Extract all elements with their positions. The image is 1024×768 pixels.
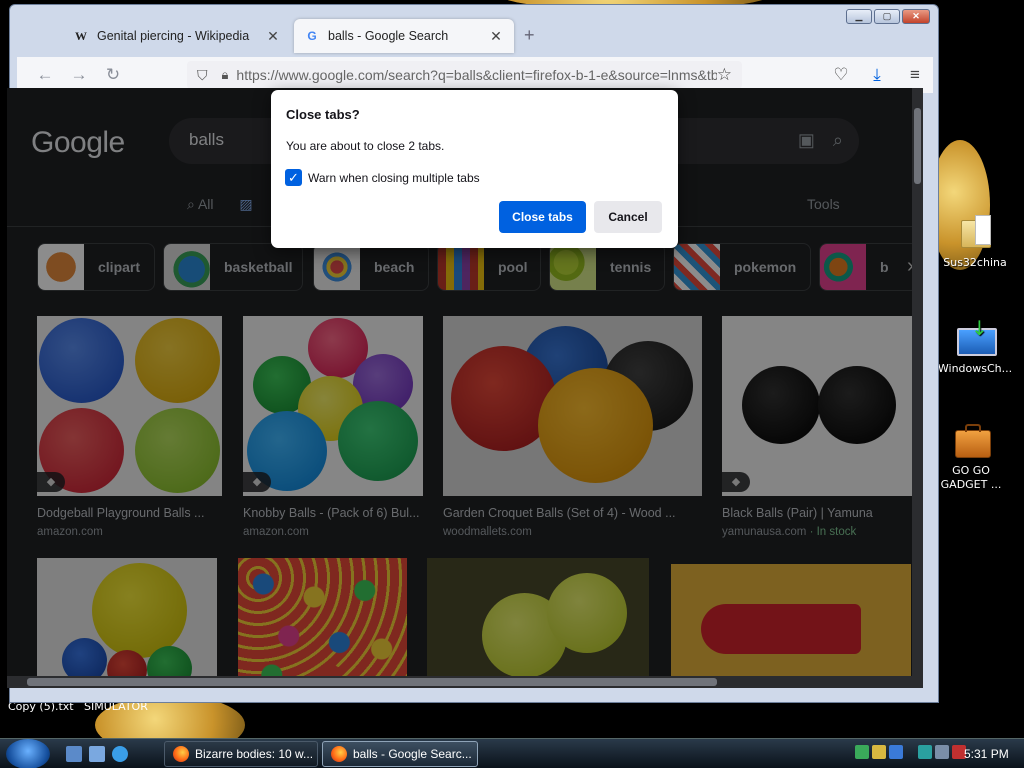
new-tab-button[interactable]: + bbox=[524, 25, 535, 46]
internet-explorer-icon[interactable] bbox=[112, 746, 128, 762]
bookmark-star-icon[interactable]: ☆ bbox=[717, 65, 732, 85]
monitor-download-icon: ↓ bbox=[955, 318, 997, 358]
taskbar: Bizarre bodies: 10 w... balls - Google S… bbox=[0, 738, 1024, 768]
cancel-button[interactable]: Cancel bbox=[594, 201, 662, 233]
desktop-icon-label: Sus32china bbox=[943, 256, 1007, 269]
start-button[interactable] bbox=[6, 739, 50, 768]
taskbar-item-label: Bizarre bodies: 10 w... bbox=[195, 747, 314, 761]
desktop-icon-windowsch[interactable]: ↓ WindowsCh... bbox=[936, 318, 1014, 376]
forward-icon[interactable]: → bbox=[65, 61, 93, 89]
scrollbar-thumb[interactable] bbox=[914, 108, 921, 184]
desktop-icon-label: GO GO GADGET ... bbox=[940, 464, 1002, 491]
close-tabs-dialog: Close tabs? You are about to close 2 tab… bbox=[271, 90, 678, 248]
close-tab-icon[interactable]: ✕ bbox=[265, 28, 281, 45]
tab-strip: W Genital piercing - Wikipedia ✕ G balls… bbox=[17, 15, 933, 57]
taskbar-item-firefox-balls[interactable]: balls - Google Searc... bbox=[322, 741, 478, 767]
url-text[interactable]: https://www.google.com/search?q=balls&cl… bbox=[236, 67, 716, 83]
shield-icon[interactable]: ⛉ bbox=[197, 67, 208, 84]
folder-icon bbox=[955, 212, 995, 252]
warn-checkbox-label[interactable]: Warn when closing multiple tabs bbox=[308, 171, 480, 185]
tab-title: balls - Google Search bbox=[328, 29, 449, 43]
address-bar[interactable]: ⛉ 🔒︎ https://www.google.com/search?q=bal… bbox=[187, 61, 742, 89]
wikipedia-favicon-icon: W bbox=[75, 28, 87, 43]
pocket-icon[interactable]: ♡ bbox=[827, 61, 855, 89]
google-favicon-icon: G bbox=[307, 29, 317, 43]
show-desktop-icon[interactable] bbox=[66, 746, 82, 762]
warn-checkbox[interactable]: ✓ bbox=[285, 169, 302, 186]
vertical-scrollbar[interactable] bbox=[912, 88, 923, 677]
taskbar-item-firefox-bizarre[interactable]: Bizarre bodies: 10 w... bbox=[164, 741, 318, 767]
briefcase-icon bbox=[951, 420, 991, 460]
switch-windows-icon[interactable] bbox=[89, 746, 105, 762]
tray-icon[interactable] bbox=[889, 745, 903, 759]
close-tabs-button[interactable]: Close tabs bbox=[499, 201, 586, 233]
reload-icon[interactable]: ↻ bbox=[99, 61, 127, 89]
back-icon[interactable]: ← bbox=[31, 61, 59, 89]
dialog-message: You are about to close 2 tabs. bbox=[286, 139, 445, 153]
scrollbar-thumb[interactable] bbox=[27, 678, 717, 686]
taskbar-item-label: balls - Google Searc... bbox=[353, 747, 472, 761]
menu-icon[interactable]: ≡ bbox=[901, 61, 929, 89]
tray-icon[interactable] bbox=[855, 745, 869, 759]
tab-wikipedia[interactable]: W Genital piercing - Wikipedia ✕ bbox=[63, 19, 291, 53]
firefox-icon bbox=[331, 746, 347, 762]
desktop-icon-gogogadget[interactable]: GO GO GADGET ... bbox=[932, 420, 1010, 492]
desktop-icon-sus32china[interactable]: Sus32china bbox=[936, 212, 1014, 270]
firefox-icon bbox=[173, 746, 189, 762]
lock-icon[interactable]: 🔒︎ bbox=[222, 67, 229, 83]
clock[interactable]: 5:31 PM bbox=[964, 747, 1009, 761]
dialog-title: Close tabs? bbox=[286, 107, 360, 122]
tray-icon[interactable] bbox=[872, 745, 886, 759]
tray-icon[interactable] bbox=[918, 745, 932, 759]
system-tray bbox=[855, 745, 966, 759]
tab-title: Genital piercing - Wikipedia bbox=[97, 29, 250, 43]
network-icon[interactable] bbox=[935, 745, 949, 759]
downloads-icon[interactable]: ⤓ bbox=[863, 61, 891, 89]
close-tab-icon[interactable]: ✕ bbox=[488, 28, 504, 45]
horizontal-scrollbar[interactable] bbox=[7, 676, 923, 688]
tab-google-search[interactable]: G balls - Google Search ✕ bbox=[294, 19, 514, 53]
desktop-icon-label: WindowsCh... bbox=[937, 362, 1013, 375]
